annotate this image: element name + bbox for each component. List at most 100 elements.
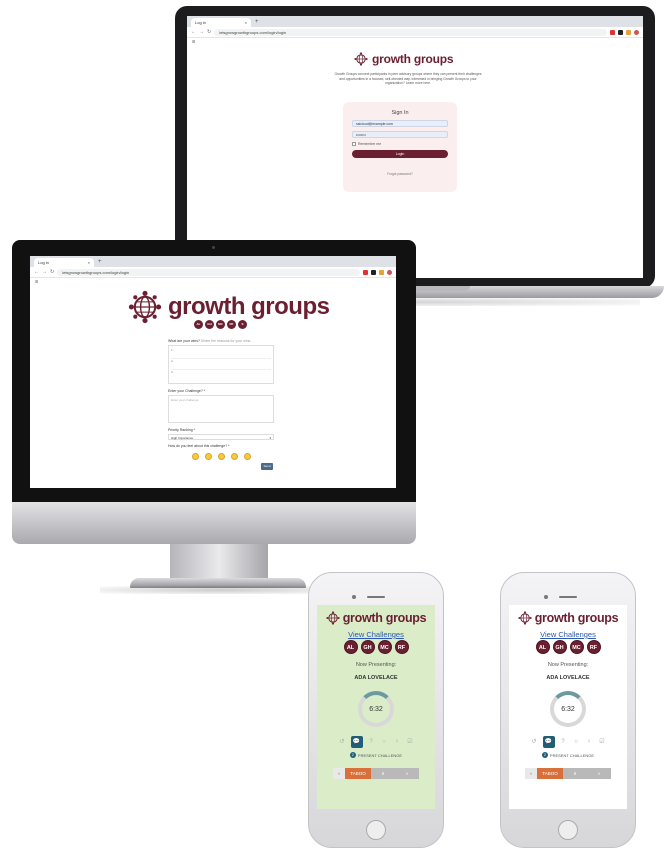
emoji-icon[interactable] [217, 453, 225, 460]
extension-icon[interactable] [610, 29, 615, 35]
avatar[interactable]: GH [205, 320, 214, 329]
feeling-emoji-row [168, 453, 274, 460]
laptop-app-logo: growth groups [354, 52, 454, 66]
signin-card: Sign In ssicloud@example.com •••••••• Re… [343, 102, 457, 192]
extension-icon[interactable] [618, 29, 623, 35]
present-challenge-label: 2 PRESENT CHALLENGE [317, 752, 435, 758]
view-challenges-link[interactable]: View Challenges [509, 630, 627, 639]
bookmarks-bar[interactable]: ⊞ [187, 38, 643, 46]
reload-icon[interactable]: ↻ [50, 269, 54, 275]
laptop-url-field[interactable]: letsgrowgrowthgroups.com/login/login [214, 28, 607, 36]
present-challenge-label: 2 PRESENT CHALLENGE [509, 752, 627, 758]
wins-item[interactable]: 1. [171, 348, 271, 359]
pause-button[interactable]: II [371, 768, 395, 779]
present-challenge-text: PRESENT CHALLENGE [549, 752, 595, 758]
undo-icon[interactable]: ↺ [530, 738, 539, 747]
back-icon[interactable]: ← [34, 269, 39, 275]
send-button[interactable]: Send [261, 463, 273, 470]
step-badge: 2 [349, 752, 356, 758]
phone-home-button[interactable] [558, 820, 578, 840]
email-field[interactable]: ssicloud@example.com [352, 120, 448, 127]
feeling-label: How do you feel about this challenge? * [168, 444, 230, 448]
phone-speaker [559, 596, 577, 598]
avatar[interactable]: RF [227, 320, 236, 329]
comment-icon[interactable]: ○ [380, 738, 389, 747]
emoji-icon[interactable] [204, 453, 212, 460]
chat-icon[interactable]: 💬 [542, 736, 555, 748]
bulb-icon[interactable]: ♀ [585, 738, 594, 747]
timer-value: 6:32 [561, 705, 575, 713]
emoji-icon[interactable] [191, 453, 199, 460]
profile-avatar[interactable] [387, 269, 392, 275]
chat-icon[interactable]: 💬 [350, 736, 363, 748]
phone-right-screen: growth groups View Challenges AL GH MC R… [509, 605, 627, 809]
forward-button[interactable]: » [587, 768, 611, 779]
globe-logo-icon [354, 52, 368, 66]
question-icon[interactable]: ? [367, 738, 376, 747]
challenge-label: Enter your Challenge? * [168, 389, 206, 393]
rewind-button[interactable]: « [333, 768, 345, 779]
wins-item[interactable]: 2. [171, 359, 271, 370]
avatar[interactable]: AL [535, 640, 550, 654]
extension-icon[interactable] [626, 29, 631, 35]
emoji-icon[interactable] [230, 453, 238, 460]
monitor-url-field[interactable]: letsgrowgrowthgroups.com/login/login [57, 268, 360, 276]
emoji-icon[interactable] [243, 453, 251, 460]
monitor-browser-tab[interactable]: Log in × [34, 258, 94, 267]
new-tab-icon[interactable]: + [255, 18, 259, 27]
avatar[interactable]: GH [360, 640, 375, 654]
wins-hint: Share the reasons for your wins. [200, 339, 252, 343]
extension-icon[interactable] [363, 269, 368, 275]
check-icon[interactable]: ☑ [598, 738, 607, 747]
extension-icon[interactable] [379, 269, 384, 275]
check-icon[interactable]: ☑ [406, 738, 415, 747]
comment-icon[interactable]: ○ [572, 738, 581, 747]
reload-icon[interactable]: ↻ [207, 29, 211, 35]
avatar[interactable]: AL [343, 640, 358, 654]
taboo-button[interactable]: TABOO [537, 768, 563, 779]
remember-me[interactable]: Remember me [352, 142, 448, 146]
avatar[interactable]: AL [194, 320, 203, 329]
login-button[interactable]: Login [352, 150, 448, 158]
extension-icon[interactable] [371, 269, 376, 275]
avatar[interactable]: MC [569, 640, 584, 654]
presenter-name: ADA LOVELACE [546, 675, 590, 681]
bookmarks-bar[interactable]: ⊞ [30, 278, 396, 286]
taboo-button[interactable]: TABOO [345, 768, 371, 779]
avatar[interactable]: RF [394, 640, 409, 654]
undo-icon[interactable]: ↺ [338, 738, 347, 747]
view-challenges-link[interactable]: View Challenges [317, 630, 435, 639]
globe-logo-icon [128, 290, 162, 324]
forward-icon[interactable]: → [199, 29, 204, 35]
forward-icon[interactable]: → [42, 269, 47, 275]
globe-logo-icon [326, 611, 340, 625]
laptop-browser-tab[interactable]: Log in × [191, 18, 251, 27]
close-icon[interactable]: × [245, 20, 247, 25]
globe-logo-icon [518, 611, 532, 625]
challenge-textarea[interactable]: Enter your challenge [168, 395, 274, 423]
avatar[interactable]: MC [216, 320, 225, 329]
rewind-button[interactable]: « [525, 768, 537, 779]
forward-button[interactable]: » [395, 768, 419, 779]
priority-select[interactable]: High Importance ▾ [168, 434, 274, 440]
remember-checkbox[interactable] [352, 142, 356, 146]
close-icon[interactable]: × [88, 260, 90, 265]
profile-avatar[interactable] [634, 29, 639, 35]
pause-button[interactable]: II [563, 768, 587, 779]
avatar[interactable]: RF [586, 640, 601, 654]
new-tab-icon[interactable]: + [98, 258, 102, 267]
wins-label-text: What are your wins? [168, 339, 200, 343]
avatar[interactable]: S [238, 320, 247, 329]
question-icon[interactable]: ? [559, 738, 568, 747]
phone-app-title: growth groups [534, 611, 619, 625]
step-badge: 2 [541, 752, 548, 758]
bulb-icon[interactable]: ♀ [393, 738, 402, 747]
back-icon[interactable]: ← [191, 29, 196, 35]
avatar[interactable]: MC [377, 640, 392, 654]
wins-list[interactable]: 1. 2. 3. [168, 345, 274, 384]
wins-item[interactable]: 3. [171, 370, 271, 381]
forgot-password-link[interactable]: Forgot password? [343, 172, 457, 176]
phone-home-button[interactable] [366, 820, 386, 840]
avatar[interactable]: GH [552, 640, 567, 654]
password-field[interactable]: •••••••• [352, 131, 448, 138]
